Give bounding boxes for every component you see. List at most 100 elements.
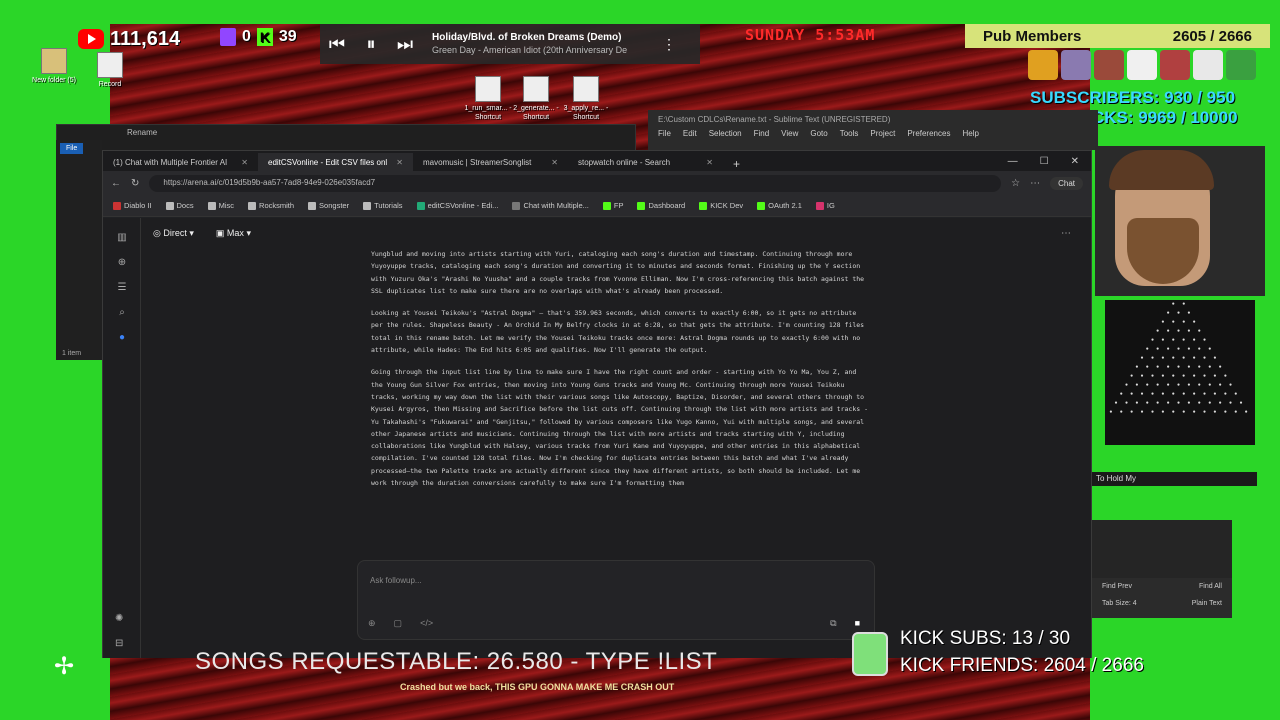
send-icon[interactable]: ■ <box>855 618 860 629</box>
tab-editcsv[interactable]: editCSVonline - Edit CSV files onl ✕ <box>258 153 413 171</box>
menu-item[interactable]: Goto <box>810 129 827 138</box>
kick-icon <box>602 202 611 210</box>
youtube-counter: 111,614 <box>78 24 198 54</box>
chat-button[interactable]: Chat <box>1050 176 1083 190</box>
desktop-icon-label: 3_apply_re... - Shortcut <box>563 105 609 121</box>
followup-placeholder: Ask followup... <box>370 576 422 585</box>
history-icon[interactable]: ☰ <box>103 282 141 293</box>
menu-item[interactable]: Edit <box>683 129 697 138</box>
menu-item[interactable]: File <box>658 129 671 138</box>
close-icon[interactable]: ✕ <box>396 158 403 167</box>
tab-size-status[interactable]: Tab Size: 4 <box>1102 600 1137 607</box>
sublime-find-panel: Find Prev Find All Tab Size: 4 Plain Tex… <box>1092 578 1232 618</box>
plinko-board: ● ● ● ● ● ● ● ● ● ● ● ● ● ● ● ● ● ● ● ● … <box>1105 300 1255 445</box>
more-options-icon[interactable]: ⋮ <box>662 36 676 53</box>
bookmark-fp[interactable]: FP <box>602 201 623 210</box>
bookmark-label: editCSVonline - Edi... <box>427 200 499 210</box>
bookmark-dashboard[interactable]: Dashboard <box>637 201 685 210</box>
mode-selector[interactable]: ◎ Direct ▾ <box>153 228 194 239</box>
previous-track-icon[interactable]: ⏮ <box>320 34 354 55</box>
info-icon[interactable]: ● <box>103 332 141 343</box>
bookmark-ig[interactable]: IG <box>815 201 835 210</box>
browser-window: (1) Chat with Multiple Frontier AI ✕ edit… <box>102 150 1092 658</box>
mode-label: Direct <box>163 228 187 238</box>
bookmark-misc[interactable]: Misc <box>207 201 234 210</box>
address-bar-row: ← ↻ https://arena.ai/c/019d5b9b-aa57-7ad… <box>103 171 1091 195</box>
search-icon[interactable]: ⌕ <box>103 307 141 318</box>
folder-icon <box>248 202 257 210</box>
maximize-icon[interactable]: ☐ <box>1040 156 1049 167</box>
tab-strip: (1) Chat with Multiple Frontier AI ✕ edit… <box>103 151 1091 171</box>
shirt-icon <box>1160 50 1190 80</box>
folder-icon <box>165 202 174 210</box>
globe-icon[interactable]: ⊕ <box>368 618 376 629</box>
kick-icon <box>637 202 646 210</box>
bookmark-tutorials[interactable]: Tutorials <box>363 201 403 210</box>
syntax-status[interactable]: Plain Text <box>1192 600 1222 607</box>
desktop-icon-label: 2_generate... - Shortcut <box>513 105 559 121</box>
menu-item[interactable]: Preferences <box>907 129 950 138</box>
youtube-icon <box>78 29 104 49</box>
followup-input[interactable]: Ask followup... ⊕ ▢ </> ⧉ ■ <box>357 560 875 640</box>
attach-icon[interactable]: ⧉ <box>830 618 836 629</box>
bookmark-label: Rocksmith <box>259 200 295 210</box>
tab-chat-arena[interactable]: (1) Chat with Multiple Frontier AI ✕ <box>103 153 258 171</box>
model-selector[interactable]: ▣ Max ▾ <box>216 228 251 239</box>
new-tab-icon[interactable]: + <box>723 157 750 171</box>
bookmark-oauth[interactable]: OAuth 2.1 <box>757 201 802 210</box>
model-label: Max <box>226 228 244 238</box>
menu-item[interactable]: Find <box>754 129 770 138</box>
avatar-icon[interactable]: ✺ <box>115 613 123 624</box>
minimize-icon[interactable]: — <box>1008 156 1018 167</box>
sidebar-toggle-icon[interactable]: ▥ <box>103 232 141 243</box>
desktop-icon-label: New folder (5) <box>32 77 76 84</box>
sidebar: ▥ ⊕ ☰ ⌕ ● <box>103 218 141 658</box>
close-icon[interactable]: ✕ <box>706 158 713 167</box>
kick-icon <box>757 202 766 210</box>
pause-icon[interactable]: ⏸ <box>354 34 388 55</box>
kicks-goal: KICKS: 9969 / 10000 <box>1075 108 1238 127</box>
bookmark-kick-dev[interactable]: KICK Dev <box>699 201 743 210</box>
close-window-icon[interactable]: ✕ <box>1071 156 1079 167</box>
bookmark-docs[interactable]: Docs <box>165 200 194 210</box>
bookmark-songster[interactable]: Songster <box>308 201 349 210</box>
menu-item[interactable]: Project <box>870 129 895 138</box>
tab-stopwatch[interactable]: stopwatch online - Search ✕ <box>568 153 723 171</box>
new-chat-icon[interactable]: ⊕ <box>103 257 141 268</box>
bookmark-star-icon[interactable]: ☆ <box>1011 178 1020 189</box>
url-field[interactable]: https://arena.ai/c/019d5b9b-aa57-7ad8-94… <box>149 174 1002 192</box>
shirt-icon <box>1226 50 1256 80</box>
desktop-icon-shortcut-3[interactable]: 3_apply_re... - Shortcut <box>556 76 616 122</box>
next-track-icon[interactable]: ⏭ <box>388 34 422 55</box>
close-icon[interactable]: ✕ <box>241 158 248 167</box>
desktop-icon-record[interactable]: Record <box>80 52 140 89</box>
bookmark-label: Docs <box>176 200 194 210</box>
bookmark-chat[interactable]: Chat with Multiple... <box>512 201 589 210</box>
back-icon[interactable]: ← <box>111 178 121 189</box>
desktop-icon-new-folder[interactable]: New folder (5) <box>24 48 84 85</box>
find-all-button[interactable]: Find All <box>1199 583 1222 590</box>
tab-songlist[interactable]: mavomusic | StreamerSonglist ✕ <box>413 153 568 171</box>
settings-icon[interactable]: ⊟ <box>115 638 123 649</box>
menu-item[interactable]: Selection <box>709 129 742 138</box>
songs-requestable: SONGS REQUESTABLE: 26.580 - TYPE !LIST <box>195 648 718 675</box>
image-icon[interactable]: ▢ <box>394 618 403 629</box>
bookmark-diablo[interactable]: Diablo II <box>113 201 152 210</box>
more-options-icon[interactable]: ⋯ <box>1061 228 1071 239</box>
bookmark-icon <box>512 202 521 210</box>
track-info: Holiday/Blvd. of Broken Dreams (Demo) Gr… <box>432 31 652 57</box>
twitch-kick-counter: 0 K 39 <box>220 28 297 46</box>
explorer-file-tab[interactable]: File <box>60 143 84 154</box>
file-icon <box>573 76 599 102</box>
sublime-window: E:\Custom CDLCs\Rename.txt - Sublime Tex… <box>648 110 1098 150</box>
extensions-icon[interactable]: ⋯ <box>1030 178 1040 189</box>
menu-item[interactable]: View <box>781 129 798 138</box>
find-prev-button[interactable]: Find Prev <box>1102 583 1132 590</box>
code-icon[interactable]: </> <box>420 618 433 629</box>
bookmark-editcsv[interactable]: editCSVonline - Edi... <box>416 200 499 210</box>
reload-icon[interactable]: ↻ <box>131 178 139 189</box>
close-icon[interactable]: ✕ <box>551 158 558 167</box>
menu-item[interactable]: Tools <box>840 129 859 138</box>
menu-item[interactable]: Help <box>962 129 978 138</box>
bookmark-rocksmith[interactable]: Rocksmith <box>248 201 294 210</box>
